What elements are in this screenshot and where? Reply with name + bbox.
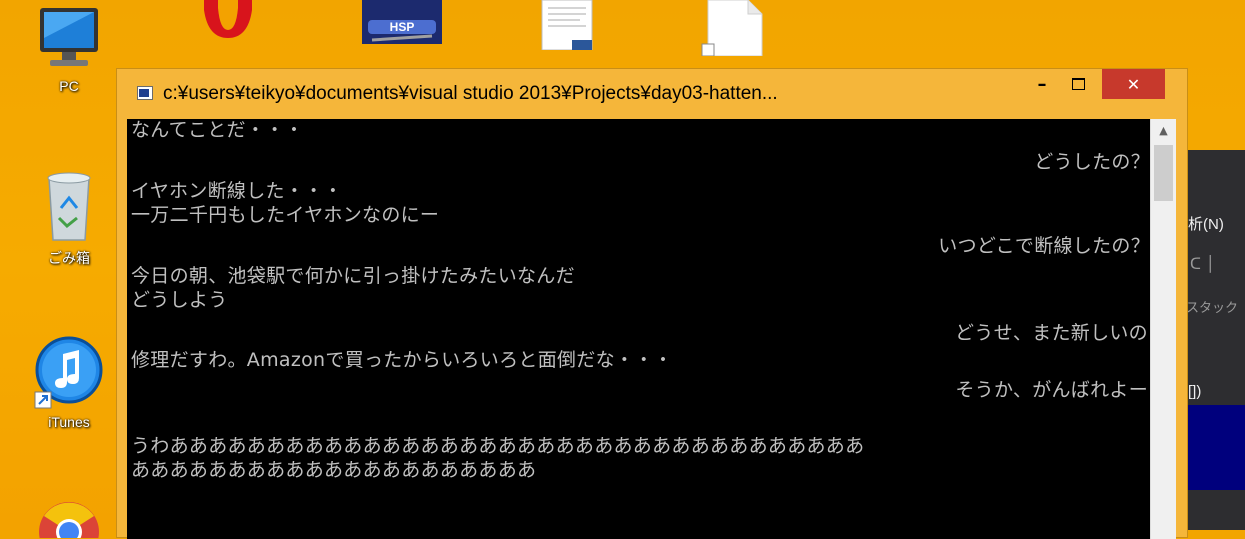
desktop-icon-chrome[interactable]: [34, 498, 104, 538]
maximize-icon: [1071, 78, 1085, 90]
console-line: どうしよう: [131, 289, 228, 311]
recycle-bin-icon: [47, 172, 91, 241]
console-line: どうしたの？: [1034, 151, 1150, 173]
background-stack-label[interactable]: スタック: [1186, 297, 1238, 316]
desktop-icon-recycle-bin[interactable]: ごみ箱: [24, 168, 114, 268]
scroll-up-button[interactable]: ▲: [1151, 119, 1176, 141]
desktop-icon-label: iTunes: [48, 414, 90, 430]
console-line: うわああああああああああああああああああああああああああああああああああああ: [131, 435, 865, 457]
chrome-icon: [39, 502, 99, 538]
console-line: イヤホン断線した・・・: [131, 180, 343, 202]
console-line: あああああああああああああああああああああ: [131, 459, 537, 481]
itunes-icon: [34, 336, 103, 409]
maximize-button[interactable]: [1059, 69, 1097, 99]
console-line: 修理だすわ。Amazonで買ったからいろいろと面倒だな・・・: [131, 349, 673, 371]
console-line: 今日の朝、池袋駅で何かに引っ掛けたみたいなんだ: [131, 265, 575, 287]
console-line: いつどこで断線したの？: [938, 235, 1150, 257]
svg-text:HSP: HSP: [390, 20, 415, 34]
title-bar[interactable]: c:¥users¥teikyo¥documents¥visual studio …: [117, 69, 1187, 119]
background-toolbar-icon[interactable]: ᑕ │: [1190, 255, 1215, 273]
console-line: そうか、がんばれよー: [955, 379, 1148, 401]
opera-icon[interactable]: [200, 0, 256, 38]
chevron-up-icon: ▲: [1159, 123, 1168, 137]
background-bracket-label: []): [1188, 383, 1202, 400]
background-panel: [1186, 405, 1245, 490]
scroll-thumb[interactable]: [1154, 145, 1173, 201]
console-app-icon[interactable]: [137, 86, 153, 100]
desktop-icon-label: ごみ箱: [48, 250, 90, 266]
minimize-button[interactable]: –: [1025, 69, 1059, 99]
console-output[interactable]: なんてことだ・・・ どうしたの？ イヤホン断線した・・・ 一万二千円もしたイヤホ…: [127, 119, 1150, 539]
blank-file-icon[interactable]: [700, 0, 764, 57]
document-thumbnail-icon[interactable]: [540, 0, 596, 51]
close-button[interactable]: ✕: [1102, 69, 1165, 99]
console-line: なんてことだ・・・: [131, 119, 304, 141]
minimize-icon: –: [1037, 73, 1047, 95]
close-icon: ✕: [1126, 74, 1141, 94]
console-window[interactable]: c:¥users¥teikyo¥documents¥visual studio …: [116, 68, 1188, 539]
console-line: 一万二千円もしたイヤホンなのにー: [131, 204, 440, 226]
background-menu-item[interactable]: 析(N): [1188, 213, 1224, 234]
desktop-icon-itunes[interactable]: iTunes: [24, 334, 114, 430]
window-title: c:¥users¥teikyo¥documents¥visual studio …: [163, 83, 778, 104]
vertical-scrollbar[interactable]: ▲: [1150, 119, 1176, 539]
desktop-icon-label: PC: [59, 78, 79, 94]
desktop-icon-pc[interactable]: PC: [24, 4, 114, 94]
console-line: どうせ、また新しいの: [954, 322, 1148, 344]
pc-icon: [40, 8, 98, 66]
hsp-icon[interactable]: HSP: [362, 0, 442, 44]
